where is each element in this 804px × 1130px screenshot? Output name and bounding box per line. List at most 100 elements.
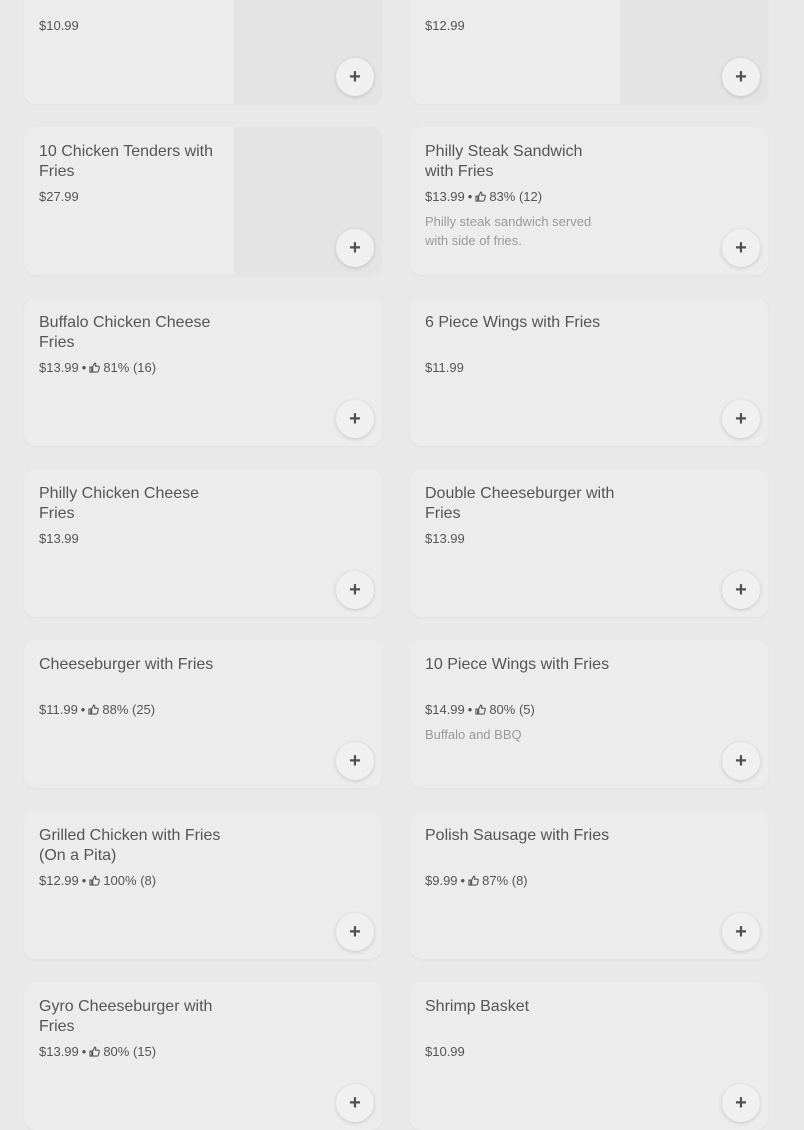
menu-item-meta: $11.99 <box>425 359 464 377</box>
menu-item-price: $11.99 <box>425 360 464 375</box>
add-to-cart-button[interactable]: + <box>336 229 374 267</box>
plus-icon: + <box>349 920 361 943</box>
menu-item-meta: $14.99 • 80% (5) <box>425 701 535 719</box>
separator-dot: • <box>467 189 473 204</box>
menu-item-price: $10.99 <box>39 18 79 33</box>
separator-dot: • <box>460 873 466 888</box>
menu-item-name: Grilled Chicken with Fries (On a Pita) <box>39 827 221 864</box>
plus-icon: + <box>735 749 747 772</box>
menu-item-card[interactable]: 10 Chicken Tenders with Fries $27.99 + <box>24 127 382 275</box>
menu-item-card[interactable]: Double Cheeseburger with Fries $13.99 + <box>410 469 768 617</box>
menu-item-card[interactable]: Fries$12.99+ <box>410 0 768 104</box>
menu-item-name: Cheeseburger with Fries <box>39 656 214 673</box>
add-to-cart-button[interactable]: + <box>336 1084 374 1122</box>
thumbs-up-icon <box>89 875 101 886</box>
add-to-cart-button[interactable]: + <box>722 742 760 780</box>
menu-item-price: $14.99 <box>425 702 465 717</box>
menu-item-rating: 87% (8) <box>482 873 528 888</box>
menu-item-rating: 80% (15) <box>103 1044 157 1059</box>
thumbs-up-icon <box>468 875 479 886</box>
plus-icon: + <box>735 578 747 601</box>
menu-item-price: $12.99 <box>425 18 465 33</box>
separator-dot: • <box>81 873 87 888</box>
menu-item-name: Gyro Cheeseburger with Fries <box>39 998 213 1035</box>
menu-item-name: 10 Chicken Tenders with Fries <box>39 143 214 180</box>
menu-item-meta: $13.99 <box>39 530 79 548</box>
separator-dot: • <box>81 360 87 375</box>
menu-item-card[interactable]: 6 Piece Wings with Fries $11.99 + <box>410 298 768 446</box>
menu-item-card[interactable]: Grilled Chicken with Fries (On a Pita) $1… <box>24 811 382 959</box>
menu-item-card[interactable]: Cheeseburger with Fries $11.99 • 88% (25) + <box>24 640 382 788</box>
menu-item-meta: $13.99 • 83% (12) <box>425 188 542 206</box>
separator-dot: • <box>467 702 473 717</box>
menu-item-card[interactable]: Philly Steak Sandwich with Fries $13.99 • 8… <box>410 127 768 275</box>
add-to-cart-button[interactable]: + <box>336 742 374 780</box>
menu-item-card[interactable]: Fries$10.99+ <box>24 0 382 104</box>
plus-icon: + <box>349 1091 361 1114</box>
menu-item-meta: $10.99 <box>425 1043 465 1061</box>
add-to-cart-button[interactable]: + <box>722 1084 760 1122</box>
menu-item-price: $10.99 <box>425 1044 465 1059</box>
menu-item-price: $9.99 <box>425 873 458 888</box>
thumbs-up-icon <box>475 191 487 202</box>
menu-item-price: $12.99 <box>39 873 79 888</box>
plus-icon: + <box>735 407 747 430</box>
plus-icon: + <box>349 749 361 772</box>
add-to-cart-button[interactable]: + <box>722 571 760 609</box>
menu-item-card[interactable]: Polish Sausage with Fries $9.99 • 87% (8) + <box>410 811 768 959</box>
add-to-cart-button[interactable]: + <box>336 58 374 96</box>
plus-icon: + <box>735 65 747 88</box>
menu-item-price: $13.99 <box>39 1044 79 1059</box>
menu-item-name: Double Cheeseburger with Fries <box>425 485 615 522</box>
add-to-cart-button[interactable]: + <box>722 400 760 438</box>
plus-icon: + <box>349 578 361 601</box>
menu-item-meta: $13.99 • 81% (16) <box>39 359 156 377</box>
menu-grid: Fries$10.99+Fries$12.99+10 Chicken Tende… <box>0 0 804 1130</box>
separator-dot: • <box>80 702 86 717</box>
separator-dot: • <box>81 1044 87 1059</box>
add-to-cart-button[interactable]: + <box>722 229 760 267</box>
thumbs-up-icon <box>88 704 100 715</box>
menu-item-rating: 88% (25) <box>102 702 156 717</box>
menu-item-name: Shrimp Basket <box>425 998 530 1015</box>
plus-icon: + <box>735 236 747 259</box>
menu-item-meta: $11.99 • 88% (25) <box>39 701 155 719</box>
menu-item-meta: $13.99 • 80% (15) <box>39 1043 156 1061</box>
plus-icon: + <box>349 407 361 430</box>
add-to-cart-button[interactable]: + <box>336 571 374 609</box>
plus-icon: + <box>735 1091 747 1114</box>
menu-item-rating: 100% (8) <box>103 873 157 888</box>
add-to-cart-button[interactable]: + <box>722 913 760 951</box>
thumbs-up-icon <box>89 362 101 373</box>
menu-item-meta: $12.99 <box>425 17 465 35</box>
menu-item-price: $11.99 <box>39 702 78 717</box>
plus-icon: + <box>349 236 361 259</box>
menu-item-meta: $13.99 <box>425 530 465 548</box>
menu-item-meta: $9.99 • 87% (8) <box>425 872 528 890</box>
menu-item-card[interactable]: Shrimp Basket $10.99 + <box>410 982 768 1130</box>
menu-item-card[interactable]: Buffalo Chicken Cheese Fries $13.99 • 81% (… <box>24 298 382 446</box>
menu-item-meta: $27.99 <box>39 188 79 206</box>
menu-item-name: Polish Sausage with Fries <box>425 827 610 844</box>
menu-item-card[interactable]: Gyro Cheeseburger with Fries $13.99 • 80% (… <box>24 982 382 1130</box>
add-to-cart-button[interactable]: + <box>722 58 760 96</box>
plus-icon: + <box>349 65 361 88</box>
menu-item-price: $13.99 <box>425 189 465 204</box>
menu-item-name: Buffalo Chicken Cheese Fries <box>39 314 211 351</box>
menu-item-price: $13.99 <box>39 531 79 546</box>
add-to-cart-button[interactable]: + <box>336 400 374 438</box>
menu-item-name: Philly Chicken Cheese Fries <box>39 485 200 522</box>
menu-item-meta: $10.99 <box>39 17 79 35</box>
menu-item-price: $13.99 <box>39 360 79 375</box>
add-to-cart-button[interactable]: + <box>336 913 374 951</box>
menu-item-meta: $12.99 • 100% (8) <box>39 872 156 890</box>
menu-item-name: 10 Piece Wings with Fries <box>425 656 610 673</box>
menu-item-rating: 80% (5) <box>489 702 535 717</box>
menu-item-name: 6 Piece Wings with Fries <box>425 314 601 331</box>
menu-item-card[interactable]: 10 Piece Wings with Fries $14.99 • 80% (5) B… <box>410 640 768 788</box>
menu-item-rating: 83% (12) <box>489 189 543 204</box>
plus-icon: + <box>735 920 747 943</box>
menu-item-price: $27.99 <box>39 189 79 204</box>
menu-item-description: Buffalo and BBQ <box>425 727 522 742</box>
menu-item-card[interactable]: Philly Chicken Cheese Fries $13.99 + <box>24 469 382 617</box>
